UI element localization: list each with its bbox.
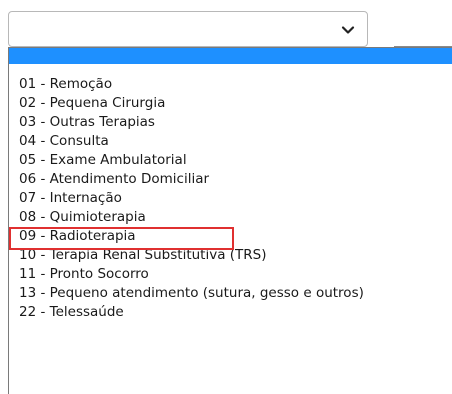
dropdown-option[interactable]: 05 - Exame Ambulatorial xyxy=(9,151,452,170)
dropdown-option[interactable]: 22 - Telessaúde xyxy=(9,303,452,322)
dropdown-option[interactable]: 01 - Remoção xyxy=(9,75,452,94)
dropdown-option[interactable]: 04 - Consulta xyxy=(9,132,452,151)
dropdown-option[interactable]: 03 - Outras Terapias xyxy=(9,113,452,132)
page: 01 - Remoção 02 - Pequena Cirurgia 03 - … xyxy=(0,0,452,394)
dropdown-option[interactable]: 06 - Atendimento Domiciliar xyxy=(9,170,452,189)
dropdown-option[interactable]: 02 - Pequena Cirurgia xyxy=(9,94,452,113)
dropdown-option[interactable]: 11 - Pronto Socorro xyxy=(9,265,452,284)
dropdown-spacer xyxy=(9,64,452,75)
dropdown-option[interactable]: 13 - Pequeno atendimento (sutura, gesso … xyxy=(9,284,452,303)
chevron-down-icon xyxy=(341,26,355,34)
select-field[interactable] xyxy=(8,11,368,47)
dropdown-list[interactable]: 01 - Remoção 02 - Pequena Cirurgia 03 - … xyxy=(8,47,452,394)
dropdown-option-blank[interactable] xyxy=(9,48,452,64)
dropdown-option-internacao[interactable]: 07 - Internação xyxy=(9,189,452,208)
highlight-annotation-box xyxy=(9,227,234,250)
dropdown-option[interactable]: 08 - Quimioterapia xyxy=(9,208,452,227)
